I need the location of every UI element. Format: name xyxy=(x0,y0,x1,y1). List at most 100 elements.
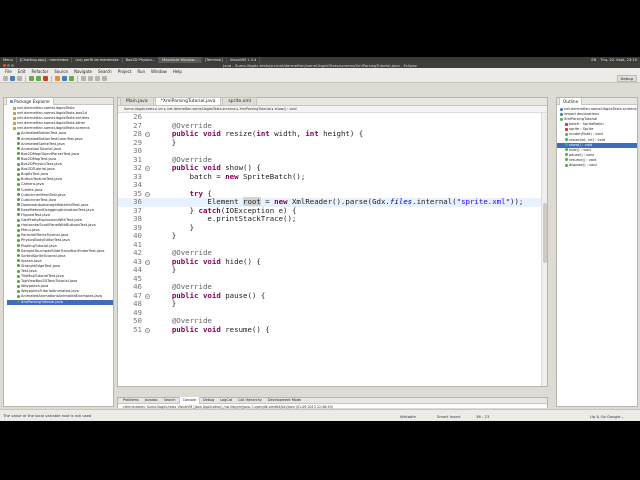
tab-outline[interactable]: Outline xyxy=(559,97,583,105)
forward-icon[interactable] xyxy=(102,76,107,81)
code-line[interactable]: 40 } xyxy=(118,231,547,241)
code-line[interactable]: 33 batch = new SpriteBatch(); xyxy=(118,172,547,182)
code-line[interactable]: 51 public void resume() {− xyxy=(118,324,547,335)
open-type-icon[interactable] xyxy=(81,76,86,81)
fold-toggle-icon[interactable]: − xyxy=(145,166,150,171)
fold-toggle-icon[interactable]: − xyxy=(145,132,150,137)
menu-source[interactable]: Source xyxy=(51,69,71,74)
field-icon xyxy=(565,127,568,131)
package-icon xyxy=(13,111,16,115)
code-text: } xyxy=(154,299,177,308)
new-class-icon[interactable] xyxy=(69,76,74,81)
tree-item-label: Box2DMapTest.java xyxy=(21,156,57,161)
bottom-tab[interactable]: LogCat xyxy=(217,397,235,404)
save-icon[interactable] xyxy=(10,76,15,81)
fold-toggle-icon[interactable]: − xyxy=(145,259,150,265)
code-line[interactable]: 39 } xyxy=(118,223,547,233)
tray-item: Thu, 20. Sept, 23:10 xyxy=(600,58,637,62)
code-line[interactable]: 44 } xyxy=(118,265,547,275)
tree-item-label: Box2DMapObjectParserTest.java xyxy=(21,151,80,156)
bottom-tab[interactable]: Debug xyxy=(200,397,217,404)
external-tools-icon[interactable] xyxy=(43,76,48,81)
java-file-icon xyxy=(17,244,20,248)
code-line[interactable]: 43 public void hide() {− xyxy=(118,257,547,267)
java-file-icon xyxy=(17,264,20,268)
java-file-icon xyxy=(17,198,20,202)
toolbar-divider xyxy=(77,75,78,82)
method-icon xyxy=(565,148,568,152)
fold-toggle-icon[interactable]: − xyxy=(145,327,150,333)
java-file-icon xyxy=(17,172,20,176)
breadcrumb[interactable]: Sumo.libgdx.tests ▸ src ▸ net.dermetfan.… xyxy=(118,106,547,113)
tree-item[interactable]: XmlParsingTutorial.java xyxy=(7,299,113,305)
code-line[interactable]: 48 } xyxy=(118,299,547,309)
java-editor: Main.java *XmlParsingTutorial.java sprite.… xyxy=(117,97,548,387)
java-file-icon xyxy=(17,147,20,151)
java-file-icon xyxy=(17,167,20,171)
bottom-tab[interactable]: Javadoc xyxy=(142,397,161,404)
java-file-icon xyxy=(17,269,20,273)
editor-vertical-scrollbar[interactable] xyxy=(541,113,547,386)
editor-tab[interactable]: *XmlParsingTutorial.java xyxy=(154,97,222,105)
java-file-icon xyxy=(17,131,20,135)
tab-package-explorer[interactable]: Package Explorer xyxy=(6,97,55,105)
menu-window[interactable]: Window xyxy=(148,69,170,74)
menu-edit[interactable]: Edit xyxy=(15,69,29,74)
code-line[interactable]: 29 } xyxy=(118,138,547,148)
java-file-icon xyxy=(17,137,20,141)
editor-tab[interactable]: sprite.xml xyxy=(222,97,257,105)
menu-navigate[interactable]: Navigate xyxy=(71,69,95,74)
back-icon[interactable] xyxy=(95,76,100,81)
menu-help[interactable]: Help xyxy=(170,69,185,74)
system-tray: EN Thu, 20. Sept, 23:10 xyxy=(591,58,640,62)
search-icon[interactable] xyxy=(88,76,93,81)
bottom-tab[interactable]: Problems xyxy=(120,397,142,404)
outline-tree: net.dermetfan.someLibgdxTests.screens imp… xyxy=(557,105,637,168)
java-file-icon xyxy=(17,259,20,263)
outline-item-label: pause() : void xyxy=(569,152,594,157)
run-icon[interactable] xyxy=(36,76,41,81)
java-file-icon xyxy=(17,294,20,298)
menu-project[interactable]: Project xyxy=(115,69,135,74)
maximize-icon[interactable] xyxy=(11,64,14,67)
tree-item-label: Waypoints.java xyxy=(21,284,49,289)
bottom-tab[interactable]: Development Mode xyxy=(265,397,304,404)
editor-scroll-thumb[interactable] xyxy=(543,203,547,263)
menu-run[interactable]: Run xyxy=(134,69,148,74)
outline-item-label: resume() : void xyxy=(569,157,597,162)
new-package-icon[interactable] xyxy=(62,76,67,81)
bottom-tab[interactable]: Search xyxy=(161,397,179,404)
code-area[interactable]: 26 27 @Override 28 public void resize(int … xyxy=(118,112,547,335)
close-icon[interactable] xyxy=(3,64,6,67)
print-icon[interactable] xyxy=(17,76,22,81)
fold-toggle-icon[interactable]: − xyxy=(145,293,150,299)
window-controls[interactable] xyxy=(3,64,14,67)
package-explorer-header: Package Explorer xyxy=(4,97,113,105)
menu-refactor[interactable]: Refactor xyxy=(28,69,51,74)
editor-tab[interactable]: Main.java xyxy=(120,97,154,105)
tree-item-label: FlippedTest.java xyxy=(21,212,50,217)
bottom-tab[interactable]: Call Hierarchy xyxy=(235,397,265,404)
perspective-debug-button[interactable]: Debug xyxy=(616,75,637,82)
line-number: 51 xyxy=(133,324,142,334)
code-line[interactable]: 28 public void resize(int width, int hei… xyxy=(118,129,547,139)
status-writable: Writable xyxy=(400,414,416,419)
tree-item-label: Box2DTutorial.java xyxy=(21,167,55,172)
minimize-icon[interactable] xyxy=(7,64,10,67)
java-file-icon xyxy=(17,213,20,217)
code-text: } xyxy=(154,265,177,274)
menu-search[interactable]: Search xyxy=(95,69,115,74)
new-java-project-icon[interactable] xyxy=(55,76,60,81)
debug-icon[interactable] xyxy=(29,76,34,81)
package-icon xyxy=(13,106,16,110)
outline-item-label: import declarations xyxy=(564,112,600,117)
tree-item-label: XmlParsingTutorial.java xyxy=(21,299,63,304)
tree-item-label: BugfixTest.java xyxy=(21,172,49,177)
outline-item[interactable]: dispose() : void xyxy=(557,163,637,168)
code-line[interactable]: 47 public void pause() {− xyxy=(118,291,547,301)
new-icon[interactable] xyxy=(3,76,8,81)
fold-toggle-icon[interactable]: − xyxy=(145,191,150,197)
outline-item-label: render(float) : void xyxy=(569,132,603,137)
bottom-tab[interactable]: Console xyxy=(178,397,201,404)
menu-file[interactable]: File xyxy=(2,69,15,74)
